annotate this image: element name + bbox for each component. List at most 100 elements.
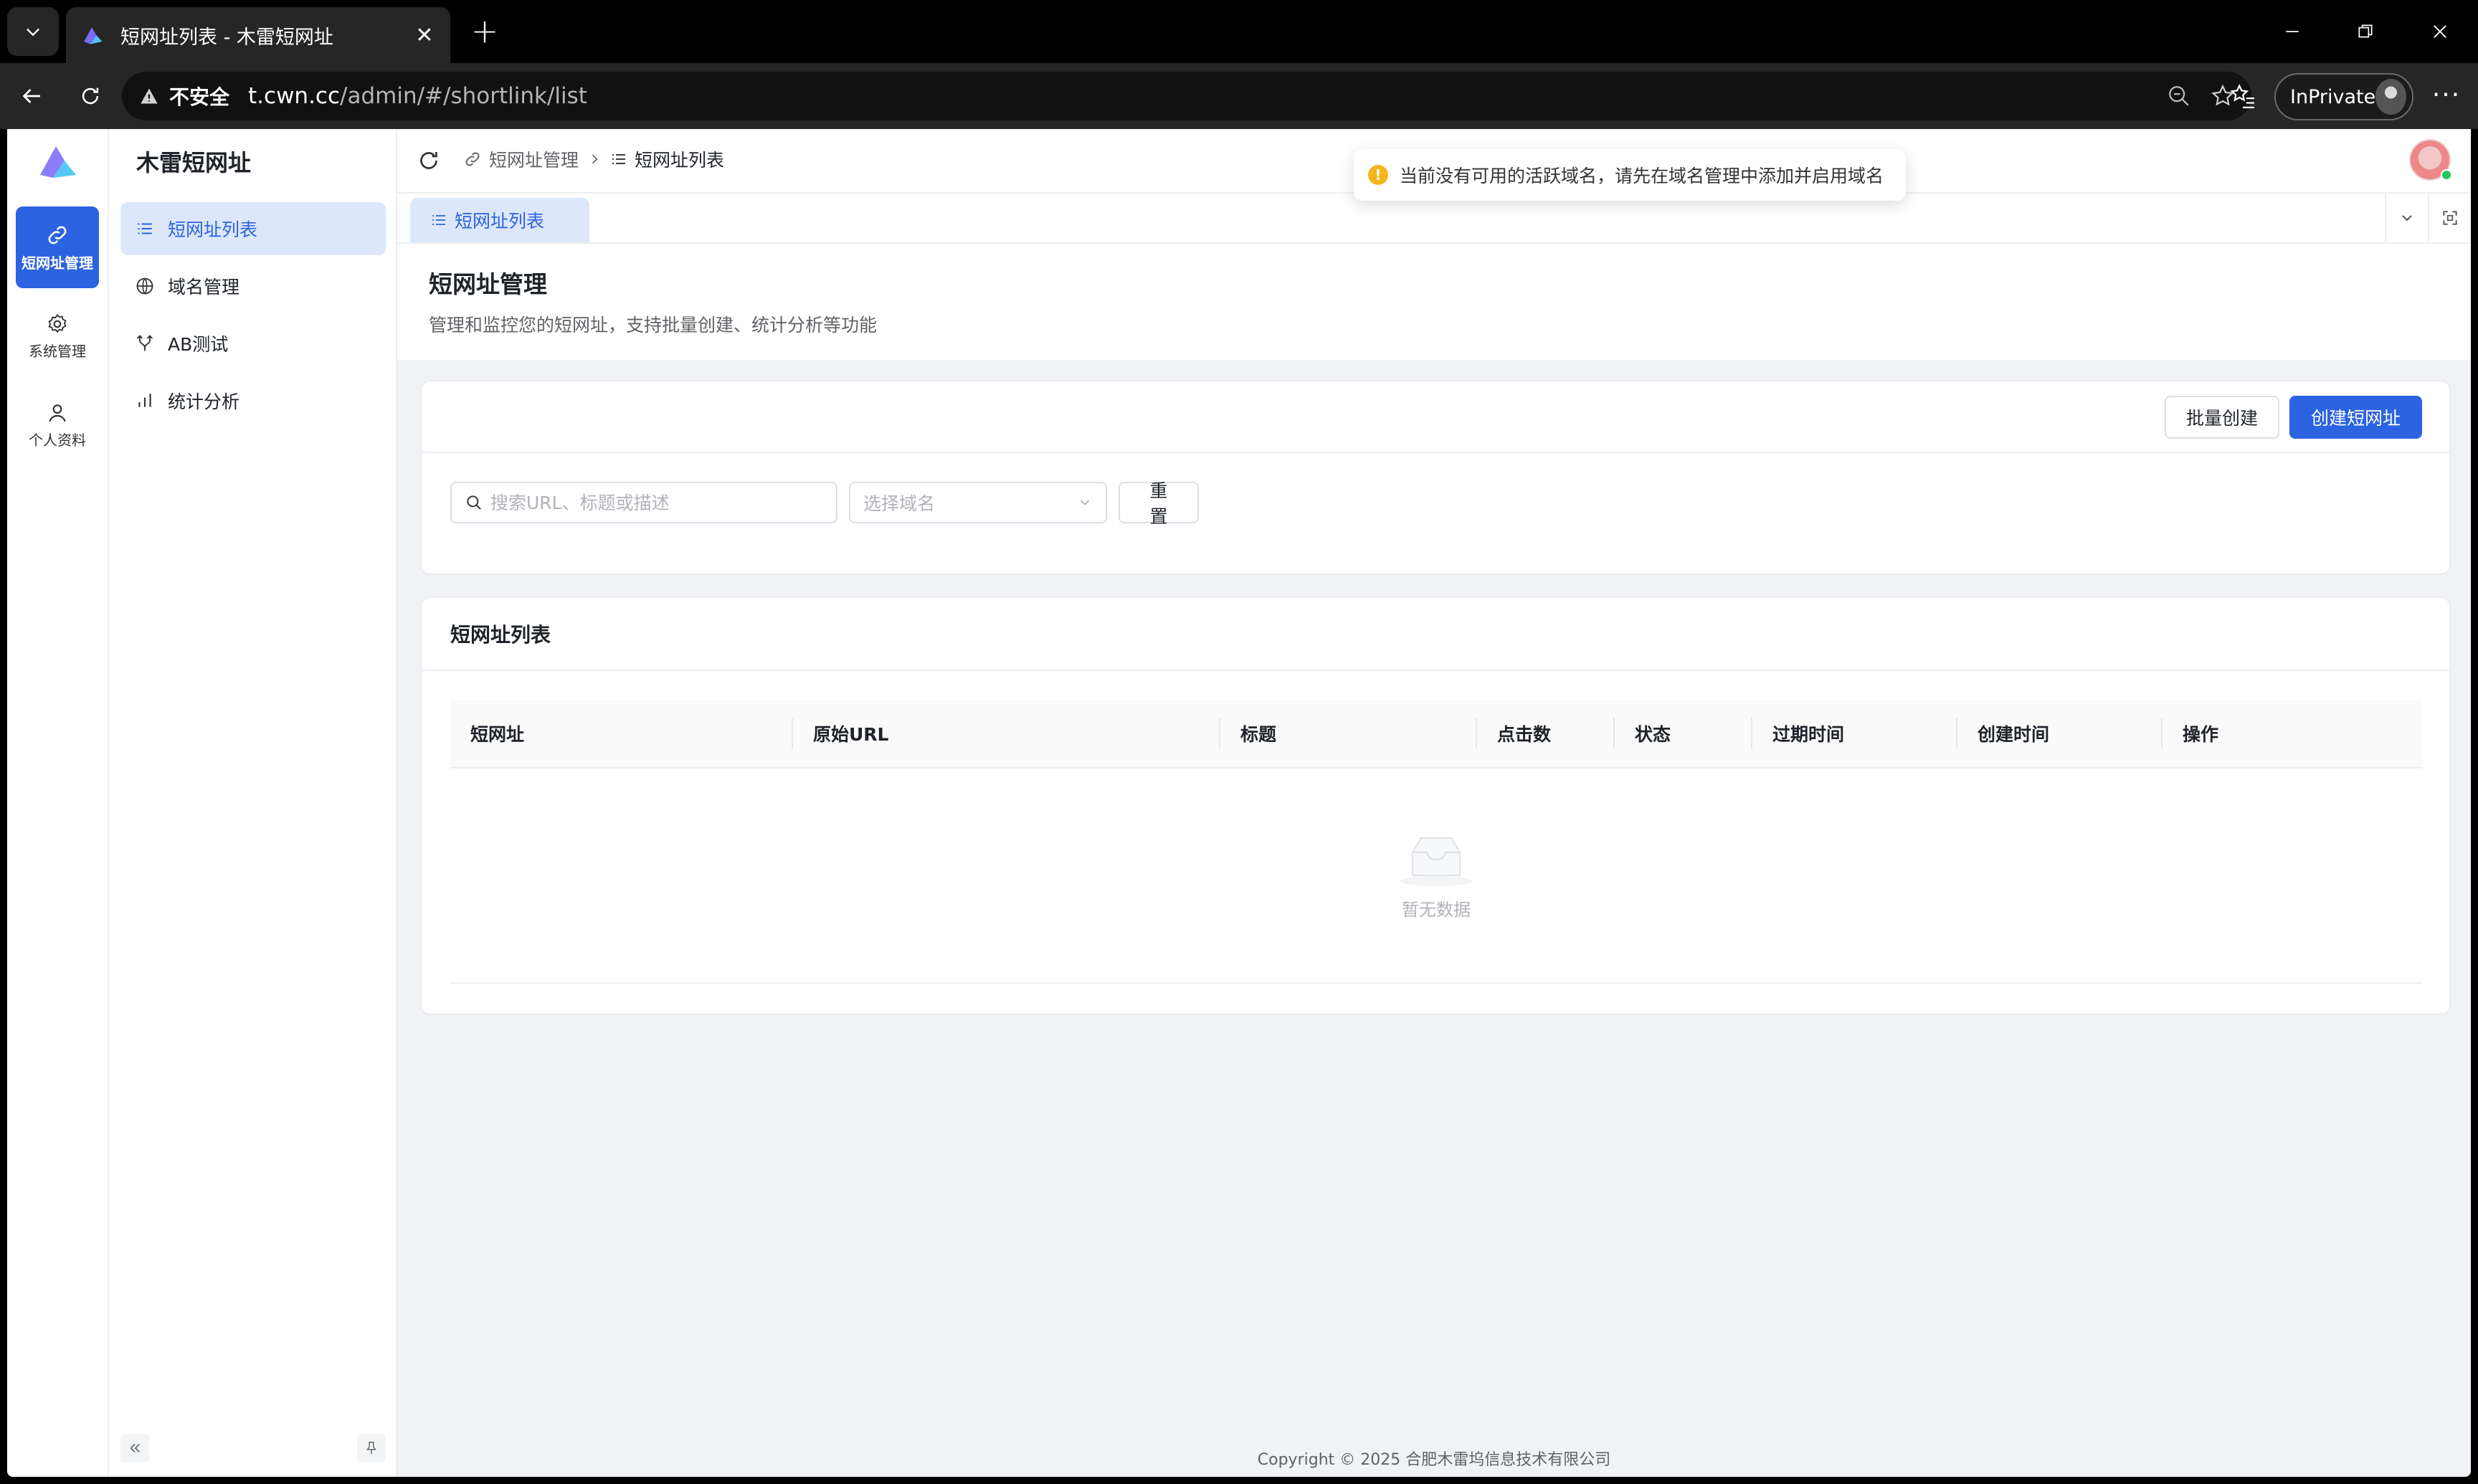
double-chevron-left-icon (130, 1443, 141, 1453)
page-header: 短网址管理 管理和监控您的短网址，支持批量创建、统计分析等功能 (397, 244, 2471, 360)
chevron-right-icon (592, 154, 598, 164)
tab-title: 短网址列表 - 木雷短网址 (120, 26, 333, 49)
breadcrumb: 短网址管理 短网址列表 (463, 146, 724, 172)
close-window-button[interactable] (2415, 10, 2465, 53)
browser-titlebar: 短网址列表 - 木雷短网址 ✕ + (0, 0, 2478, 63)
url-path: /admin/#/shortlink/list (340, 83, 587, 109)
favorites-list-icon (2230, 84, 2254, 108)
warning-triangle-icon (141, 88, 158, 104)
column-header[interactable]: 状态 (1613, 718, 1751, 749)
search-icon (467, 495, 481, 510)
empty-state: 暂无数据 (450, 769, 2422, 984)
table-header: 短网址 原始URL 标题 点击数 状态 过期时间 创建时间 操作 (450, 700, 2422, 769)
primary-nav-rail: 短网址管理 系统管理 个人资料 (7, 129, 109, 1477)
refresh-icon[interactable] (416, 148, 442, 173)
inprivate-label: InPrivate (2290, 85, 2376, 108)
main-content: 短网址管理 短网址列表 ! 当前没有可用的活跃域名，请先在域名管理中添加并启用域… (397, 129, 2471, 1477)
collapse-sidebar-button[interactable] (120, 1434, 149, 1462)
divider (422, 452, 2449, 453)
divider (422, 670, 2449, 671)
bar-chart-icon (133, 389, 156, 412)
rail-item-system[interactable]: 系统管理 (16, 295, 99, 377)
list-icon (432, 215, 445, 225)
new-tab-button[interactable]: + (466, 13, 503, 50)
chevron-down-icon (1080, 500, 1090, 506)
rail-item-label: 系统管理 (29, 342, 86, 360)
empty-inbox-icon (1400, 837, 1472, 886)
inprivate-profile-button[interactable]: InPrivate (2274, 73, 2413, 120)
column-header[interactable]: 原始URL (792, 718, 1219, 749)
refresh-button[interactable] (72, 77, 109, 115)
column-header[interactable]: 操作 (2161, 718, 2422, 749)
chevron-down-icon (2402, 215, 2412, 222)
minimize-button[interactable] (2267, 10, 2317, 53)
rail-item-shortlink[interactable]: 短网址管理 (16, 206, 99, 288)
fullscreen-icon (2443, 211, 2457, 225)
column-header[interactable]: 创建时间 (1956, 718, 2161, 749)
card-actions: 批量创建 创建短网址 (2164, 396, 2422, 439)
app-logo-icon (84, 27, 103, 44)
list-card: 短网址列表 短网址 原始URL 标题 点击数 状态 过期时间 创建时间 操作 暂… (420, 596, 2451, 1015)
address-bar[interactable]: 不安全 t.cwn.cc /admin/#/shortlink/list (122, 72, 2251, 120)
browser-tab[interactable]: 短网址列表 - 木雷短网址 ✕ (66, 7, 450, 63)
sidebar-item-label: 统计分析 (168, 391, 240, 412)
tab-shortlink-list[interactable]: 短网址列表 (410, 198, 589, 242)
restore-icon (2358, 24, 2373, 38)
tab-close-icon[interactable]: ✕ (412, 23, 437, 48)
sidebar: 木雷短网址 短网址列表 域名管理 AB测试 统计分析 (109, 129, 397, 1477)
search-field[interactable] (450, 482, 837, 523)
warning-toast: ! 当前没有可用的活跃域名，请先在域名管理中添加并启用域名 (1354, 149, 1906, 201)
shortlink-table: 短网址 原始URL 标题 点击数 状态 过期时间 创建时间 操作 暂无数据 (450, 700, 2422, 984)
tab-actions-menu-button[interactable] (7, 7, 59, 56)
reset-button[interactable]: 重 置 (1119, 480, 1199, 527)
sidebar-item-label: 短网址列表 (168, 219, 258, 240)
pin-sidebar-button[interactable] (357, 1434, 386, 1462)
app-logo-icon[interactable] (36, 141, 80, 184)
close-icon (2434, 25, 2446, 38)
page-tabs-bar: 短网址列表 (397, 194, 2471, 244)
list-title: 短网址列表 (450, 623, 551, 647)
browser-toolbar: 不安全 t.cwn.cc /admin/#/shortlink/list InP… (0, 63, 2478, 129)
empty-text: 暂无数据 (1402, 899, 1471, 920)
tabs-dropdown-button[interactable] (2385, 194, 2428, 242)
breadcrumb-item[interactable]: 短网址管理 (463, 146, 579, 172)
toast-message: 当前没有可用的活跃域名，请先在域名管理中添加并启用域名 (1400, 166, 1884, 186)
breadcrumb-label: 短网址管理 (489, 150, 579, 171)
warning-icon: ! (1368, 165, 1388, 185)
sidebar-item-analytics[interactable]: 统计分析 (120, 374, 386, 427)
back-button[interactable] (13, 77, 50, 115)
restore-button[interactable] (2340, 10, 2391, 53)
user-icon (49, 404, 66, 422)
rail-item-profile[interactable]: 个人资料 (16, 384, 99, 466)
domain-select-placeholder: 选择域名 (863, 493, 936, 514)
column-header[interactable]: 过期时间 (1751, 718, 1956, 749)
tab-label: 短网址列表 (455, 211, 545, 232)
zoom-out-icon[interactable] (2167, 84, 2191, 108)
sidebar-item-domains[interactable]: 域名管理 (120, 260, 386, 313)
gear-icon (48, 313, 67, 333)
breadcrumb-label: 短网址列表 (635, 150, 725, 171)
fullscreen-button[interactable] (2428, 194, 2471, 242)
brand-title: 木雷短网址 (136, 149, 252, 176)
sidebar-item-shortlink-list[interactable]: 短网址列表 (120, 202, 386, 255)
browser-more-menu-button[interactable]: ··· (2428, 79, 2465, 116)
column-header[interactable]: 短网址 (450, 718, 792, 749)
favorites-button[interactable] (2224, 77, 2261, 115)
profile-avatar-icon (2375, 79, 2406, 115)
chevron-down-icon (27, 28, 39, 37)
create-shortlink-button[interactable]: 创建短网址 (2289, 396, 2422, 439)
page-viewport: 短网址管理 系统管理 个人资料 木雷短网址 短网址列表 域名管理 AB测试 统计… (7, 129, 2471, 1477)
page-title: 短网址管理 (429, 270, 547, 298)
sidebar-item-label: AB测试 (168, 334, 229, 355)
back-arrow-icon (22, 89, 40, 103)
domain-select[interactable]: 选择域名 (849, 482, 1107, 523)
link-icon (48, 226, 67, 244)
security-warning-label[interactable]: 不安全 (169, 82, 229, 110)
column-header[interactable]: 点击数 (1476, 718, 1613, 749)
search-input[interactable] (490, 492, 827, 513)
refresh-icon (82, 87, 99, 105)
sidebar-item-abtest[interactable]: AB测试 (120, 317, 386, 370)
batch-create-button[interactable]: 批量创建 (2164, 396, 2279, 439)
column-header[interactable]: 标题 (1219, 718, 1476, 749)
minimize-icon (2286, 31, 2299, 32)
